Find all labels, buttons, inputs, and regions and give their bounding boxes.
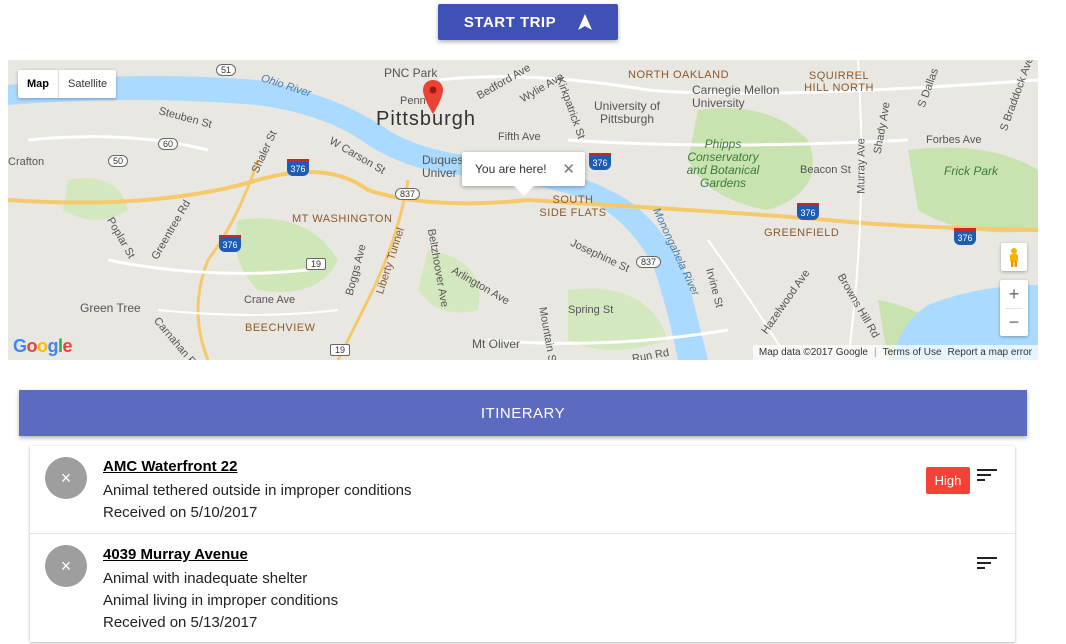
list-item: × AMC Waterfront 22 Animal tethered outs… <box>30 446 1015 534</box>
interstate-376-shield: 376 <box>287 159 309 176</box>
south-side-label: SOUTH SIDE FLATS <box>539 194 607 219</box>
pitt-label: University of Pittsburgh <box>593 99 661 126</box>
beacon-st-label: Beacon St <box>800 164 851 176</box>
north-oakland-label: NORTH OAKLAND <box>628 69 730 81</box>
itinerary-header: ITINERARY <box>19 390 1027 436</box>
interstate-376-shield-3: 376 <box>797 203 819 220</box>
route-51-shield: 51 <box>216 64 237 76</box>
start-trip-button[interactable]: START TRIP <box>438 4 618 40</box>
item-received-date: Received on 5/10/2017 <box>103 504 258 521</box>
crane-ave-label: Crane Ave <box>244 294 296 306</box>
close-icon[interactable]: ✕ <box>562 160 575 178</box>
pegman-icon <box>1010 248 1018 267</box>
itinerary-title: ITINERARY <box>480 404 566 422</box>
phipps-label: Phipps Conservatory and Botanical Garden… <box>686 137 760 190</box>
route-837-shield-2: 837 <box>636 256 662 268</box>
zoom-out-button[interactable]: − <box>1000 308 1028 336</box>
item-description: Animal living in improper conditions <box>103 592 339 609</box>
terms-of-use-link[interactable]: Terms of Use <box>883 347 942 358</box>
interstate-376-shield-5: 376 <box>219 235 241 252</box>
map-type-control: Map Satellite <box>18 70 117 98</box>
bypass-19-shield-2: 19 <box>330 344 351 356</box>
location-pin-icon[interactable] <box>423 80 443 114</box>
route-60-shield: 60 <box>158 138 179 150</box>
spring-st-label: Spring St <box>568 304 614 316</box>
mt-washington-label: MT WASHINGTON <box>292 213 393 225</box>
navigation-arrow-icon <box>578 14 593 30</box>
penn-label: Penn <box>400 95 426 107</box>
remove-icon[interactable]: × <box>45 457 87 499</box>
item-title[interactable]: 4039 Murray Avenue <box>103 546 248 563</box>
info-window: You are here! ✕ <box>462 152 585 196</box>
route-837-shield: 837 <box>395 188 421 200</box>
info-window-text: You are here! <box>475 162 547 176</box>
remove-icon[interactable]: × <box>45 545 87 587</box>
zoom-in-button[interactable]: + <box>1000 280 1028 308</box>
squirrel-hill-label: SQUIRREL HILL NORTH <box>804 70 874 94</box>
greenfield-label: GREENFIELD <box>764 227 840 239</box>
list-item: × 4039 Murray Avenue Animal with inadequ… <box>30 534 1015 644</box>
mt-oliver-label: Mt Oliver <box>472 337 520 351</box>
item-title[interactable]: AMC Waterfront 22 <box>103 458 237 475</box>
bypass-19-shield: 19 <box>306 258 327 270</box>
fifth-ave-label: Fifth Ave <box>498 131 541 143</box>
map-type-map-button[interactable]: Map <box>18 70 59 98</box>
interstate-376-shield-2: 376 <box>589 153 611 170</box>
pnc-park-label: PNC Park <box>384 66 438 80</box>
map[interactable]: Map Satellite Pittsburgh PNC Park NORTH … <box>8 60 1038 360</box>
green-tree-label: Green Tree <box>80 301 141 315</box>
beechview-label: BEECHVIEW <box>245 322 316 334</box>
map-type-satellite-button[interactable]: Satellite <box>59 70 116 98</box>
map-data-attribution: Map data ©2017 Google <box>758 347 868 358</box>
priority-badge: High <box>926 467 970 494</box>
item-description: Animal tethered outside in improper cond… <box>103 482 412 499</box>
sort-icon[interactable] <box>977 557 997 573</box>
report-error-link[interactable]: Report a map error <box>948 347 1032 358</box>
map-footer: Map data ©2017 Google | Terms of Use Rep… <box>752 345 1038 360</box>
murray-ave-label: Murray Ave <box>855 138 868 194</box>
frick-park-label: Frick Park <box>944 164 998 178</box>
item-received-date: Received on 5/13/2017 <box>103 614 258 631</box>
crafton-label: Crafton <box>8 156 45 168</box>
zoom-control: + − <box>1000 280 1028 336</box>
forbes-ave-label: Forbes Ave <box>926 134 982 146</box>
google-logo: Google <box>13 336 73 356</box>
duquesne-label: Duquesne Univer <box>422 154 462 180</box>
route-50-shield: 50 <box>108 155 129 167</box>
sort-icon[interactable] <box>977 469 997 485</box>
itinerary-list: × AMC Waterfront 22 Animal tethered outs… <box>30 446 1015 644</box>
pegman-button[interactable] <box>1001 243 1027 271</box>
start-trip-label: START TRIP <box>463 13 557 31</box>
cmu-label: Carnegie Mellon University <box>692 83 780 110</box>
interstate-376-shield-4: 376 <box>954 228 976 245</box>
item-description: Animal with inadequate shelter <box>103 570 308 587</box>
